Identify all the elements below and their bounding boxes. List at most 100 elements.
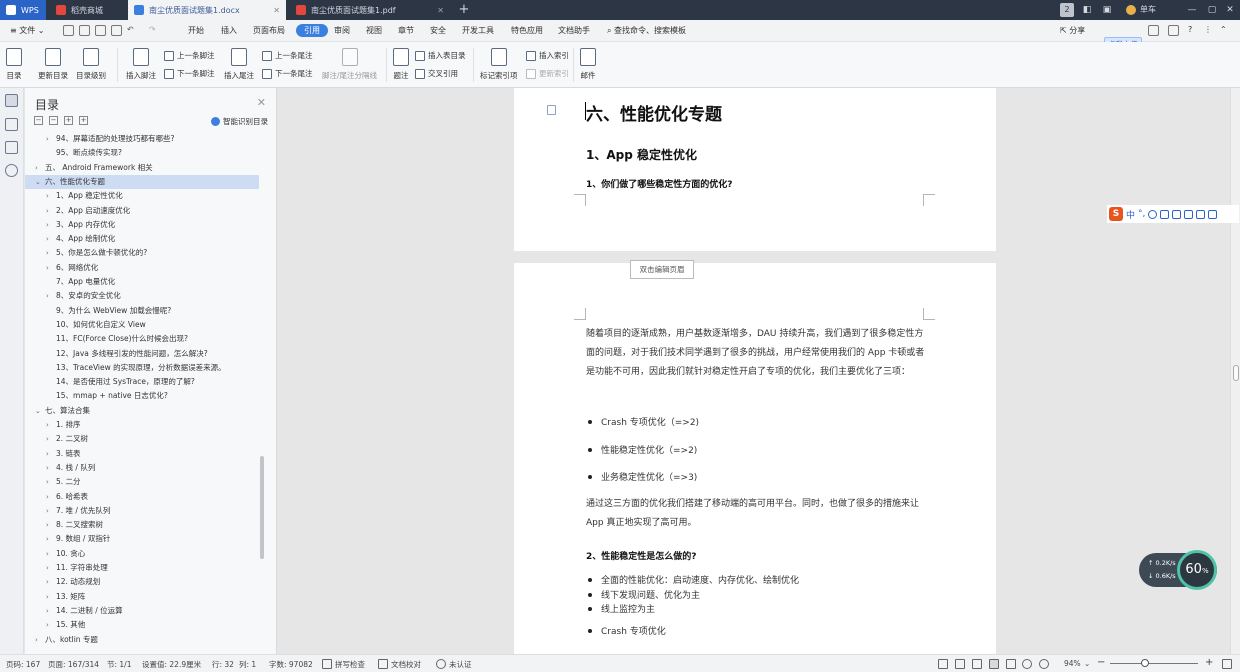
toc-item[interactable]: › 五、 Android Framework 相关 [25, 161, 259, 175]
spell-check-button[interactable]: 拼写检查 [335, 659, 365, 670]
menu-references[interactable]: 引用 [296, 24, 328, 37]
collapse-all-icon[interactable]: − [34, 116, 43, 125]
toc-item[interactable]: ⌄ 六、性能优化专题 [25, 174, 259, 189]
chevron-right-icon[interactable]: › [46, 518, 56, 532]
toc-item[interactable]: › 15. 其他 [25, 618, 259, 632]
collapse-icon[interactable]: − [49, 116, 58, 125]
edit-header-button[interactable]: 双击编辑页眉 [630, 260, 694, 279]
toc-item[interactable]: › 11. 字符串处理 [25, 561, 259, 575]
spell-check-icon[interactable] [322, 659, 332, 669]
export-pdf-icon[interactable] [79, 25, 90, 36]
toc-item[interactable]: › 6、网络优化 [25, 261, 259, 275]
toc-item[interactable]: › 9. 数组 / 双指针 [25, 532, 259, 546]
voice-icon[interactable] [1160, 209, 1170, 219]
sogou-logo-icon[interactable]: S [1109, 207, 1123, 221]
toc-item[interactable]: › 14. 二进制 / 位运算 [25, 604, 259, 618]
page-167[interactable]: 六、性能优化专题 1、App 稳定性优化 1、你们做了哪些稳定性方面的优化? [514, 88, 996, 251]
chevron-right-icon[interactable]: › [46, 246, 56, 260]
write-mode-icon[interactable] [972, 659, 982, 669]
insert-index-button[interactable]: 插入索引 [526, 50, 569, 61]
tab-count-badge[interactable]: 2 [1060, 3, 1074, 17]
zoom-out-icon[interactable]: − [1097, 657, 1105, 668]
toc-item[interactable]: › 8、安卓的安全优化 [25, 289, 259, 303]
chevron-right-icon[interactable]: › [35, 161, 45, 175]
mail-button[interactable]: 邮件 [580, 42, 596, 81]
more-icon[interactable]: ⋮ [1204, 25, 1212, 34]
outline-view-icon[interactable] [1006, 659, 1016, 669]
toc-item[interactable]: › 12. 动态规划 [25, 575, 259, 589]
toc-item[interactable]: 12、Java 多线程引发的性能问题，怎么解决? [25, 347, 259, 361]
toc-item[interactable]: 95、断点续传实现? [25, 146, 259, 160]
layout-icon[interactable]: ▣ [1100, 3, 1114, 17]
footnote-separator-button[interactable]: 脚注/尾注分隔线 [322, 42, 377, 81]
read-mode-icon[interactable] [955, 659, 965, 669]
menu-insert[interactable]: 插入 [221, 25, 237, 36]
toc-item[interactable]: ⌄ 七、算法合集 [25, 404, 259, 418]
insert-footnote-button[interactable]: 插入脚注 [126, 42, 156, 81]
menu-developer[interactable]: 开发工具 [462, 25, 494, 36]
minimize-icon[interactable]: — [1185, 3, 1199, 17]
collapse-ribbon-icon[interactable]: ⌃ [1220, 25, 1227, 34]
prev-footnote-button[interactable]: 上一条脚注 [164, 50, 215, 61]
toc-item[interactable]: › 6. 哈希表 [25, 490, 259, 504]
menu-start[interactable]: 开始 [188, 25, 204, 36]
toc-item[interactable]: › 2、App 启动速度优化 [25, 204, 259, 218]
section-indicator[interactable]: 节: 1/1 [107, 659, 131, 670]
chevron-right-icon[interactable]: › [35, 633, 45, 647]
zoom-slider-handle[interactable] [1141, 659, 1150, 667]
expand-all-icon[interactable]: + [79, 116, 88, 125]
chevron-right-icon[interactable]: › [46, 547, 56, 561]
toc-item[interactable]: › 1、App 稳定性优化 [25, 189, 259, 203]
chevron-right-icon[interactable]: › [46, 504, 56, 518]
find-icon[interactable] [5, 164, 18, 177]
eye-protection-icon[interactable] [1039, 659, 1049, 669]
punctuation-icon[interactable]: °, [1138, 209, 1145, 219]
menu-doc-assistant[interactable]: 文档助手 [558, 25, 590, 36]
scroll-thumb[interactable] [1233, 365, 1239, 381]
cross-reference-button[interactable]: 交叉引用 [415, 68, 458, 79]
chevron-down-icon[interactable]: ⌄ [35, 404, 45, 418]
bookmark-pane-icon[interactable] [5, 141, 18, 154]
menu-features[interactable]: 特色应用 [511, 25, 543, 36]
proofread-icon[interactable] [378, 659, 388, 669]
expand-icon[interactable]: + [64, 116, 73, 125]
toc-item[interactable]: 11、FC(Force Close)什么时候会出现? [25, 332, 259, 346]
tab-docx[interactable]: 南尘优质面试题集1.docx ✕ [128, 0, 286, 20]
menu-security[interactable]: 安全 [430, 25, 446, 36]
menu-view[interactable]: 视图 [366, 25, 382, 36]
chevron-right-icon[interactable]: › [46, 132, 56, 146]
toc-item[interactable]: 9、为什么 WebView 加载会慢呢? [25, 304, 259, 318]
page-number[interactable]: 页码: 167 [6, 659, 40, 670]
next-endnote-button[interactable]: 下一条尾注 [262, 68, 313, 79]
toc-item[interactable]: › 1. 排序 [25, 418, 259, 432]
menu-review[interactable]: 审阅 [334, 25, 350, 36]
chevron-right-icon[interactable]: › [46, 532, 56, 546]
word-count[interactable]: 字数: 97082 [269, 659, 313, 670]
toc-item[interactable]: › 3. 链表 [25, 447, 259, 461]
user-account[interactable]: 单车 [1126, 4, 1156, 15]
network-speed-widget[interactable]: ↑ 0.2K/s ↓ 0.6K/s 60% [1139, 550, 1217, 590]
chevron-right-icon[interactable]: › [46, 204, 56, 218]
insert-endnote-button[interactable]: 插入尾注 [224, 42, 254, 81]
zoom-dropdown-icon[interactable]: ⌄ [1084, 659, 1090, 668]
tab-wps[interactable]: WPS [0, 0, 46, 20]
chevron-right-icon[interactable]: › [46, 432, 56, 446]
toc-level-button[interactable]: 目录级别 [76, 42, 106, 81]
chevron-right-icon[interactable]: › [46, 618, 56, 632]
menu-page-layout[interactable]: 页面布局 [253, 25, 285, 36]
toc-scrollbar[interactable] [260, 456, 264, 559]
close-icon[interactable]: ✕ [257, 96, 266, 109]
caption-button[interactable]: 题注 [393, 42, 409, 81]
member-icon[interactable] [1168, 25, 1179, 36]
proofread-button[interactable]: 文档校对 [391, 659, 421, 670]
chevron-down-icon[interactable]: ⌄ [35, 175, 45, 189]
page-view-icon[interactable] [989, 659, 999, 669]
update-toc-button[interactable]: 更新目录 [38, 42, 68, 81]
insert-figure-toc-button[interactable]: 插入表目录 [415, 50, 466, 61]
page-168[interactable]: 随着项目的逐渐成熟，用户基数逐渐增多，DAU 持续升高，我们遇到了很多稳定性方面… [514, 263, 996, 654]
toc-pane-icon[interactable] [5, 94, 18, 107]
chevron-right-icon[interactable]: › [46, 561, 56, 575]
skin-icon[interactable]: ◧ [1080, 3, 1094, 17]
close-icon[interactable]: ✕ [273, 6, 280, 15]
chevron-right-icon[interactable]: › [46, 189, 56, 203]
